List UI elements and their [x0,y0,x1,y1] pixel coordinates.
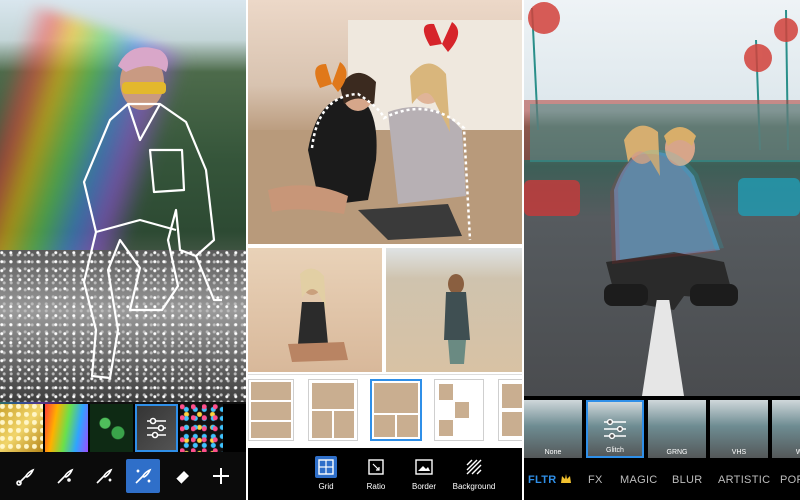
tab-fltr[interactable]: FLTR [528,474,557,486]
couple-figures [248,22,522,244]
eraser-icon [175,471,189,485]
filter-thumb-wa[interactable]: Wa [772,400,800,458]
edited-photo [0,0,246,456]
layout-option-1[interactable] [248,379,294,441]
filtered-photo [524,0,800,396]
filter-label-wa: Wa [795,449,800,456]
layout-toolbar: Grid Ratio Border Background [248,448,522,500]
tab-fx-label: FX [588,474,603,486]
background-label: Background [452,482,496,491]
brush-strip [0,404,246,452]
magic-brush-icon [95,468,112,484]
sitting-woman [288,268,348,362]
grid-icon [318,459,334,475]
eraser-tool[interactable] [165,459,199,493]
tab-pop-label: POP [780,474,800,486]
tab-pop[interactable]: POP [780,474,800,486]
ratio-icon [368,459,384,475]
sticker-toolbar [0,452,246,500]
brush-thumb-confetti[interactable] [180,404,223,452]
layout-option-2[interactable] [308,379,358,441]
tab-fx[interactable]: FX [588,474,603,486]
brush-thumb-rainbow[interactable] [45,404,88,452]
sparkle-brush-icon [134,468,151,484]
magic-brush-tool[interactable] [87,459,121,493]
sparkle-brush-tool[interactable] [125,459,160,493]
tab-magic[interactable]: MAGIC [620,474,658,486]
filter-thumb-grng[interactable]: GRNG [648,400,706,458]
filter-label-grng: GRNG [666,449,688,456]
adjust-icon [147,417,166,439]
filter-thumb-vhs[interactable]: VHS [710,400,768,458]
brush-thumb-gold[interactable] [0,404,43,452]
outline-figure [82,47,222,380]
collage-photo-top[interactable] [248,0,522,244]
filter-label-glitch: Glitch [606,447,624,454]
plus-icon [212,468,229,484]
brush-icon [15,468,34,486]
layout-option-3[interactable] [370,379,422,441]
layout-strip [248,374,522,444]
collage-photo-bottom-left[interactable] [248,248,382,372]
tab-artistic[interactable]: ARTISTIC [718,474,770,486]
filter-label-vhs: VHS [731,449,747,456]
layout-option-5[interactable] [498,379,522,441]
sticker-editor-panel [0,0,246,500]
background-icon [466,459,482,475]
background-tool[interactable]: Background [444,456,504,491]
layout-option-4[interactable] [434,379,484,441]
filter-category-tabs: FLTR FX MAGIC BLUR ARTISTIC POP [524,462,800,500]
filter-thumb-none[interactable]: None [524,400,582,458]
filters-panel: None Glitch GRNG VHS Wa [524,0,800,500]
brush-small-tool[interactable] [48,459,82,493]
filter-thumb-glitch[interactable]: Glitch [586,400,644,458]
collage-panel: Grid Ratio Border Background [248,0,522,500]
crown-icon [560,472,572,490]
tab-blur[interactable]: BLUR [672,474,703,486]
border-icon [415,459,433,475]
walking-woman [444,274,470,364]
collage-photo-bottom-right[interactable] [386,248,522,372]
filter-strip: None Glitch GRNG VHS Wa [524,398,800,460]
tab-blur-label: BLUR [672,474,703,486]
tab-fltr-label: FLTR [528,474,557,486]
brush-small-icon [56,468,73,484]
brush-thumb-clover[interactable] [90,404,133,452]
brush-thumb-adjust[interactable] [135,404,178,452]
brush-tool[interactable] [9,459,43,493]
filter-label-none: None [544,449,562,456]
tab-magic-label: MAGIC [620,474,658,486]
tab-artistic-label: ARTISTIC [718,474,771,486]
add-tool[interactable] [204,459,238,493]
